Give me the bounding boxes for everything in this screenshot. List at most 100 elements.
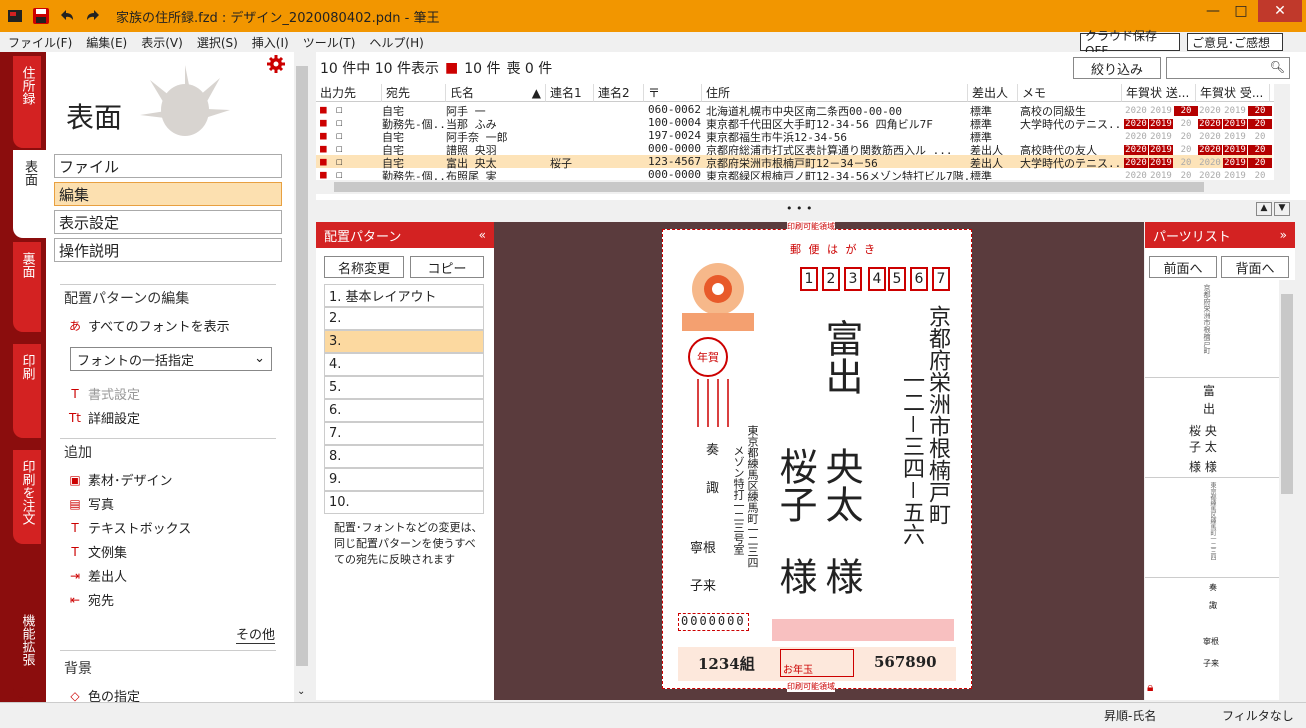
recipient-address-number[interactable]: 一二－三四－五六 (898, 369, 924, 545)
printer-icon[interactable]: ■ (320, 155, 327, 168)
col-address[interactable]: 住所 (702, 84, 968, 102)
col-sender[interactable]: 差出人 (968, 84, 1018, 102)
add-material[interactable]: ▣ 素材･デザイン (66, 470, 172, 490)
printer-icon[interactable]: ■ (320, 129, 327, 142)
pattern-item[interactable]: 1. 基本レイアウト (324, 284, 484, 307)
redo-icon[interactable] (82, 5, 104, 27)
pattern-item[interactable]: 4. (324, 353, 484, 376)
display-settings-button[interactable]: 表示設定 (54, 210, 282, 234)
pattern-item[interactable]: 2. (324, 307, 484, 330)
add-photo[interactable]: ▤ 写真 (66, 494, 114, 514)
close-button[interactable]: ✕ (1258, 0, 1302, 22)
collapse-left-icon[interactable]: « (479, 228, 486, 242)
lock-icon[interactable]: 🔒︎ (1147, 680, 1153, 695)
menu-edit[interactable]: 編集(E) (86, 34, 127, 51)
col-dest[interactable]: 宛先 (382, 84, 446, 102)
printer-icon[interactable]: ■ (320, 142, 327, 155)
sender-name-3[interactable]: 寧根 (690, 537, 716, 556)
operation-guide-button[interactable]: 操作説明 (54, 238, 282, 262)
minimize-button[interactable]: — (1198, 0, 1228, 22)
undo-icon[interactable] (56, 5, 78, 27)
table-row[interactable]: ■ ☐ 自宅 譜照 央羽 000-0000 京都府総浦市打式区表計算通り関数筋西入ル ..… (316, 142, 1272, 157)
collapse-down-icon[interactable]: ▼ (1274, 202, 1290, 216)
format-setting[interactable]: T 書式設定 (66, 384, 140, 404)
part-thumb-sender-name[interactable]: 奏 諏 寧根 子来 (1145, 578, 1279, 682)
col-zip[interactable]: 〒 (644, 84, 702, 102)
recipient-joint-honorific[interactable]: 様 (773, 557, 817, 595)
font-bulk-dropdown[interactable]: フォントの一括指定 ⌄ (70, 347, 272, 371)
col-ren2[interactable]: 連名2 (594, 84, 644, 102)
col-nenga-sent[interactable]: 年賀状 送... (1122, 84, 1196, 102)
tab-order-print[interactable]: 印刷を注文 (13, 450, 41, 544)
add-recipient[interactable]: ⇤ 宛先 (66, 590, 114, 610)
tab-extensions[interactable]: 機能拡張 (13, 604, 41, 698)
recipient-given-name[interactable]: 央太 (819, 447, 863, 523)
scroll-down-icon[interactable]: ⌄ (297, 686, 305, 697)
sender-name-1[interactable]: 奏 (706, 439, 719, 458)
parts-scrollbar[interactable] (1279, 280, 1295, 700)
row-checkbox[interactable]: ☐ (336, 129, 343, 142)
collapse-right-icon[interactable]: » (1280, 228, 1287, 242)
col-nenga-recv[interactable]: 年賀状 受... (1196, 84, 1270, 102)
tab-print[interactable]: 印刷 (13, 344, 41, 438)
sender-address2[interactable]: メゾン特打一二三号室 (732, 445, 745, 555)
edit-button[interactable]: 編集 (54, 182, 282, 206)
recipient-honorific[interactable]: 様 (819, 557, 863, 595)
menu-file[interactable]: ファイル(F) (8, 34, 72, 51)
recipient-surname[interactable]: 富出 (819, 319, 863, 395)
collapse-up-icon[interactable]: ▲ (1256, 202, 1272, 216)
menu-insert[interactable]: 挿入(I) (252, 34, 289, 51)
pattern-item[interactable]: 8. (324, 445, 484, 468)
part-thumb-sender-address[interactable]: 東京都練馬区練馬町一二三四 (1145, 478, 1279, 578)
tab-back[interactable]: 裏面 (13, 242, 41, 332)
color-setting[interactable]: ◇ 色の指定 (66, 686, 140, 703)
table-row[interactable]: ■ ☐ 自宅 阿手 一 060-0062 北海道札幌市中央区南二条西00-00-00 標準高… (316, 103, 1272, 118)
menu-tools[interactable]: ツール(T) (303, 34, 356, 51)
row-checkbox[interactable]: ☐ (336, 103, 343, 116)
table-row[interactable]: ■ ☐ 自宅 富出 央太 桜子 123-4567 京都府栄洲市根楠戸町12－34－56 差出人… (316, 155, 1272, 170)
add-sender[interactable]: ⇥ 差出人 (66, 566, 127, 586)
other-link[interactable]: その他 (236, 624, 276, 644)
sender-address[interactable]: 東京都練馬区練馬町一二三四 (746, 425, 759, 568)
rename-button[interactable]: 名称変更 (324, 256, 404, 278)
detail-setting[interactable]: Tt 詳細設定 (66, 408, 140, 428)
copy-button[interactable]: コピー (410, 256, 484, 278)
maximize-button[interactable]: □ (1226, 0, 1256, 22)
recipient-joint-name[interactable]: 桜子 (773, 447, 817, 523)
split-divider[interactable]: • • • ▲ ▼ (316, 200, 1306, 220)
sender-name-4[interactable]: 子来 (690, 575, 716, 594)
filter-button[interactable]: 絞り込み (1073, 57, 1161, 79)
part-thumb-name[interactable]: 富 出 桜 央 子 太 様 様 (1145, 378, 1279, 478)
add-textbox[interactable]: T テキストボックス (66, 518, 191, 538)
search-input[interactable]: 🔍︎ (1166, 57, 1290, 79)
col-output[interactable]: 出力先 (316, 84, 382, 102)
col-name[interactable]: 氏名 ▲ (446, 84, 546, 102)
menu-select[interactable]: 選択(S) (197, 34, 238, 51)
file-button[interactable]: ファイル (54, 154, 282, 178)
menu-view[interactable]: 表示(V) (141, 34, 183, 51)
col-ren1[interactable]: 連名1 (546, 84, 594, 102)
cloud-save-button[interactable]: クラウド保存OFF (1080, 29, 1180, 58)
pattern-item[interactable]: 10. (324, 491, 484, 514)
table-row[interactable]: ■☐勤務先-個...当那 ふみ100-0004東京都千代田区大手町12-34-5… (316, 116, 1272, 131)
list-hscrollbar[interactable] (316, 180, 1274, 194)
show-all-fonts[interactable]: あすべてのフォントを表示 (66, 316, 230, 335)
save-icon[interactable] (30, 5, 52, 27)
postcard-preview[interactable]: 印刷可能領域 印刷可能領域 郵 便 は が き 年賀 1234567 京都府栄洲… (662, 221, 972, 692)
table-row[interactable]: ■ ☐ 自宅 阿手奈 一郎 197-0024 東京都福生市牛浜12-34-56 標準 2020… (316, 129, 1272, 144)
pattern-item[interactable]: 5. (324, 376, 484, 399)
send-back-button[interactable]: 背面へ (1221, 256, 1289, 278)
pattern-item[interactable]: 7. (324, 422, 484, 445)
bring-front-button[interactable]: 前面へ (1149, 256, 1217, 278)
add-example[interactable]: T 文例集 (66, 542, 127, 562)
printer-icon[interactable]: ■ (320, 103, 327, 116)
pattern-item[interactable]: 3. (324, 330, 484, 353)
list-vscrollbar[interactable] (1274, 84, 1290, 194)
row-checkbox[interactable]: ☐ (336, 142, 343, 155)
row-checkbox[interactable]: ☐ (336, 155, 343, 168)
sender-zip[interactable]: 0000000 (678, 613, 749, 631)
tab-address-book[interactable]: 住所録 (13, 56, 41, 148)
feedback-button[interactable]: ご意見･ご感想 (1187, 33, 1283, 51)
pattern-item[interactable]: 9. (324, 468, 484, 491)
part-thumb-address[interactable]: 京都府栄洲市根楠戸町 (1145, 280, 1279, 378)
